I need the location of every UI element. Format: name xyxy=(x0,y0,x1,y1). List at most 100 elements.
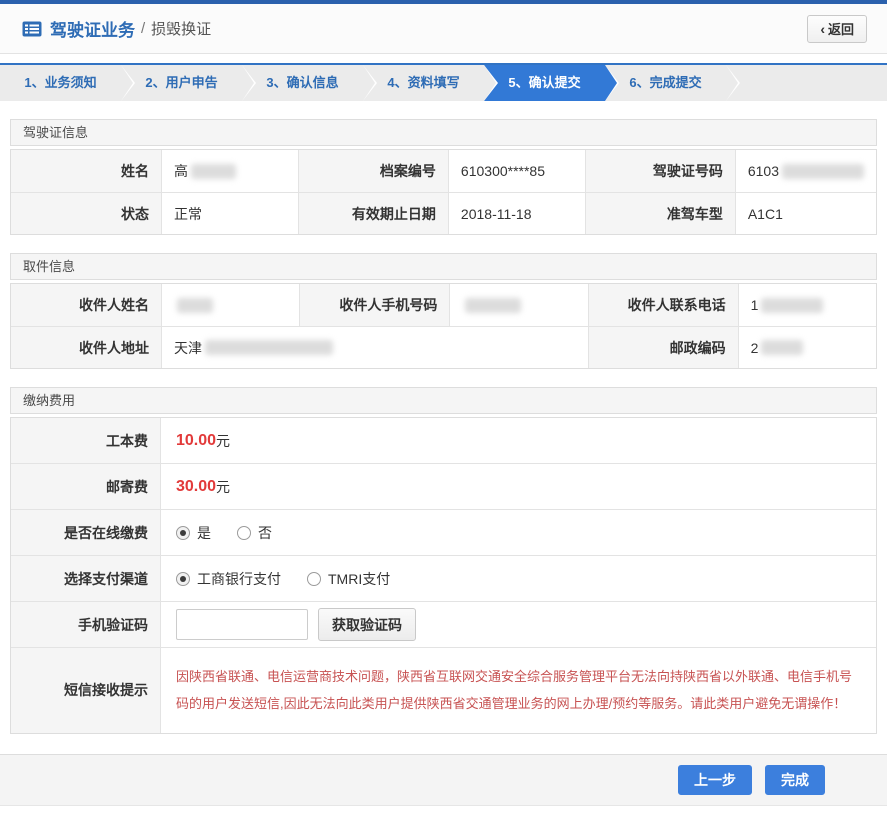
step-5-active[interactable]: 5、确认提交 xyxy=(484,65,619,101)
radio-option-label: 否 xyxy=(258,524,272,541)
main-content: 驾驶证信息 姓名高 档案编号 610300****85 驾驶证号码 6103 状态 正常 有效… xyxy=(0,119,887,734)
field-value-text: 2018-11-18 xyxy=(460,205,532,222)
redacted-blur xyxy=(761,340,804,355)
license-info-table: 姓名高 档案编号 610300****85 驾驶证号码 6103 状态 正常 有效期止日期 20… xyxy=(10,149,877,235)
field-value: A1C1 xyxy=(734,192,876,234)
redacted-blur xyxy=(761,297,824,313)
online-pay-row: 是否在线缴费 是否 xyxy=(11,509,876,555)
field-label: 邮政编码 xyxy=(587,326,738,368)
step-label: 5、确认提交 xyxy=(508,75,581,90)
field-value: 610300****85 xyxy=(447,150,585,192)
get-code-button[interactable]: 获取验证码 xyxy=(318,608,416,641)
field-value-text: 高 xyxy=(174,163,188,179)
step-1[interactable]: 1、业务须知 xyxy=(0,65,135,101)
field-label: 有效期止日期 xyxy=(297,192,448,234)
sms-notice-row: 短信接收提示 因陕西省联通、电信运营商技术问题，陕西省互联网交通安全综合服务管理… xyxy=(11,647,876,733)
fee-row-production: 工本费 10.00 元 xyxy=(11,418,876,463)
license-section-title: 驾驶证信息 xyxy=(10,119,877,146)
pickup-info-table: 收件人姓名 收件人手机号码 收件人联系电话 1 收件人地址 天津 邮政编码 2 xyxy=(10,283,877,369)
step-6[interactable]: 6、完成提交 xyxy=(605,65,740,101)
field-value-text: 2 xyxy=(750,339,759,356)
redacted-blur xyxy=(177,297,213,313)
finish-button[interactable]: 完成 xyxy=(765,764,825,795)
radio-checked-icon xyxy=(176,571,190,586)
step-2[interactable]: 2、用户申告 xyxy=(121,65,256,101)
redacted-blur xyxy=(205,340,333,355)
online-pay-label: 是否在线缴费 xyxy=(11,510,161,555)
production-fee-label: 工本费 xyxy=(11,418,161,463)
online-pay-option-1[interactable]: 是 xyxy=(176,523,211,543)
field-value-text: 1 xyxy=(750,297,759,313)
step-3[interactable]: 3、确认信息 xyxy=(242,65,377,101)
production-fee-unit: 元 xyxy=(216,432,231,449)
previous-step-button[interactable]: 上一步 xyxy=(678,764,752,795)
field-label: 档案编号 xyxy=(297,150,448,192)
field-value-text: 610300****85 xyxy=(460,163,546,179)
sms-code-row: 手机验证码 获取验证码 xyxy=(11,601,876,647)
field-value-text: 6103 xyxy=(747,163,779,179)
postage-fee-label: 邮寄费 xyxy=(11,464,161,509)
pay-channel-option-2[interactable]: TMRI支付 xyxy=(307,569,390,589)
payment-section: 缴纳费用 工本费 10.00 元 邮寄费 30.00 元 是否在线缴费 是否 选择支… xyxy=(10,387,877,734)
pay-channel-option-1[interactable]: 工商银行支付 xyxy=(176,569,281,589)
radio-option-label: TMRI支付 xyxy=(328,570,391,587)
postage-fee-unit: 元 xyxy=(216,478,231,495)
license-info-section: 驾驶证信息 姓名高 档案编号 610300****85 驾驶证号码 6103 状态 正常 有效… xyxy=(10,119,877,235)
back-button-label: 返回 xyxy=(827,22,854,37)
breadcrumb-separator: / xyxy=(141,20,146,37)
page-title: 驾驶证业务 xyxy=(50,21,135,40)
payment-section-title: 缴纳费用 xyxy=(10,387,877,414)
step-navigation: 1、业务须知 2、用户申告 3、确认信息 4、资料填写 5、确认提交 6、完成提交 xyxy=(0,63,887,101)
field-label: 驾驶证号码 xyxy=(584,150,735,192)
field-label: 准驾车型 xyxy=(584,192,735,234)
pay-channel-label: 选择支付渠道 xyxy=(11,556,161,601)
field-value-text: A1C1 xyxy=(747,205,783,222)
bottom-spacer xyxy=(0,806,887,813)
step-label: 2、用户申告 xyxy=(145,75,218,90)
field-value: 正常 xyxy=(161,192,298,234)
step-4[interactable]: 4、资料填写 xyxy=(363,65,498,101)
redacted-blur xyxy=(782,163,864,179)
field-value-text: 正常 xyxy=(174,205,202,222)
breadcrumb-current: 损毁换证 xyxy=(151,21,212,38)
online-pay-radio-group: 是否 xyxy=(161,510,876,555)
sms-code-label: 手机验证码 xyxy=(11,602,161,647)
step-label: 1、业务须知 xyxy=(24,75,97,90)
field-label: 收件人姓名 xyxy=(11,284,161,326)
field-value: 1 xyxy=(737,284,876,326)
sms-notice-value: 因陕西省联通、电信运营商技术问题，陕西省互联网交通安全综合服务管理平台无法向持陕… xyxy=(161,648,876,733)
redacted-blur xyxy=(465,297,522,313)
field-value-text: 天津 xyxy=(174,339,202,356)
redacted-blur xyxy=(191,163,236,179)
field-label: 收件人地址 xyxy=(11,326,161,368)
radio-option-label: 工商银行支付 xyxy=(197,570,281,587)
pickup-info-section: 取件信息 收件人姓名 收件人手机号码 收件人联系电话 1 收件人地址 天津 邮政编码 2 xyxy=(10,253,877,369)
step-label: 4、资料填写 xyxy=(387,75,460,90)
field-value: 6103 xyxy=(734,150,876,192)
online-pay-option-2[interactable]: 否 xyxy=(237,523,272,543)
field-label: 状态 xyxy=(11,192,161,234)
pay-channel-radio-group: 工商银行支付 TMRI支付 xyxy=(161,556,876,601)
field-label: 收件人联系电话 xyxy=(587,284,738,326)
radio-unchecked-icon xyxy=(237,525,251,540)
field-value xyxy=(449,284,587,326)
sms-notice-text: 因陕西省联通、电信运营商技术问题，陕西省互联网交通安全综合服务管理平台无法向持陕… xyxy=(176,669,853,712)
sms-code-input[interactable] xyxy=(176,609,308,640)
sms-notice-label: 短信接收提示 xyxy=(11,648,161,733)
field-value: 2018-11-18 xyxy=(447,192,585,234)
field-value xyxy=(161,284,299,326)
list-icon xyxy=(22,21,42,37)
production-fee-value: 10.00 元 xyxy=(161,418,876,463)
postage-fee-value: 30.00 元 xyxy=(161,464,876,509)
field-value: 高 xyxy=(161,150,298,192)
payment-table: 工本费 10.00 元 邮寄费 30.00 元 是否在线缴费 是否 选择支付渠道 工… xyxy=(10,417,877,734)
radio-unchecked-icon xyxy=(307,571,321,586)
production-fee-amount: 10.00 xyxy=(176,431,217,449)
postage-fee-amount: 30.00 xyxy=(176,477,217,495)
back-button[interactable]: ‹ 返回 xyxy=(807,14,867,43)
footer-action-bar: 上一步 完成 xyxy=(0,753,887,806)
chevron-left-icon: ‹ xyxy=(820,20,825,37)
field-value: 2 xyxy=(737,326,876,368)
radio-option-label: 是 xyxy=(197,524,211,541)
field-label: 姓名 xyxy=(11,150,161,192)
